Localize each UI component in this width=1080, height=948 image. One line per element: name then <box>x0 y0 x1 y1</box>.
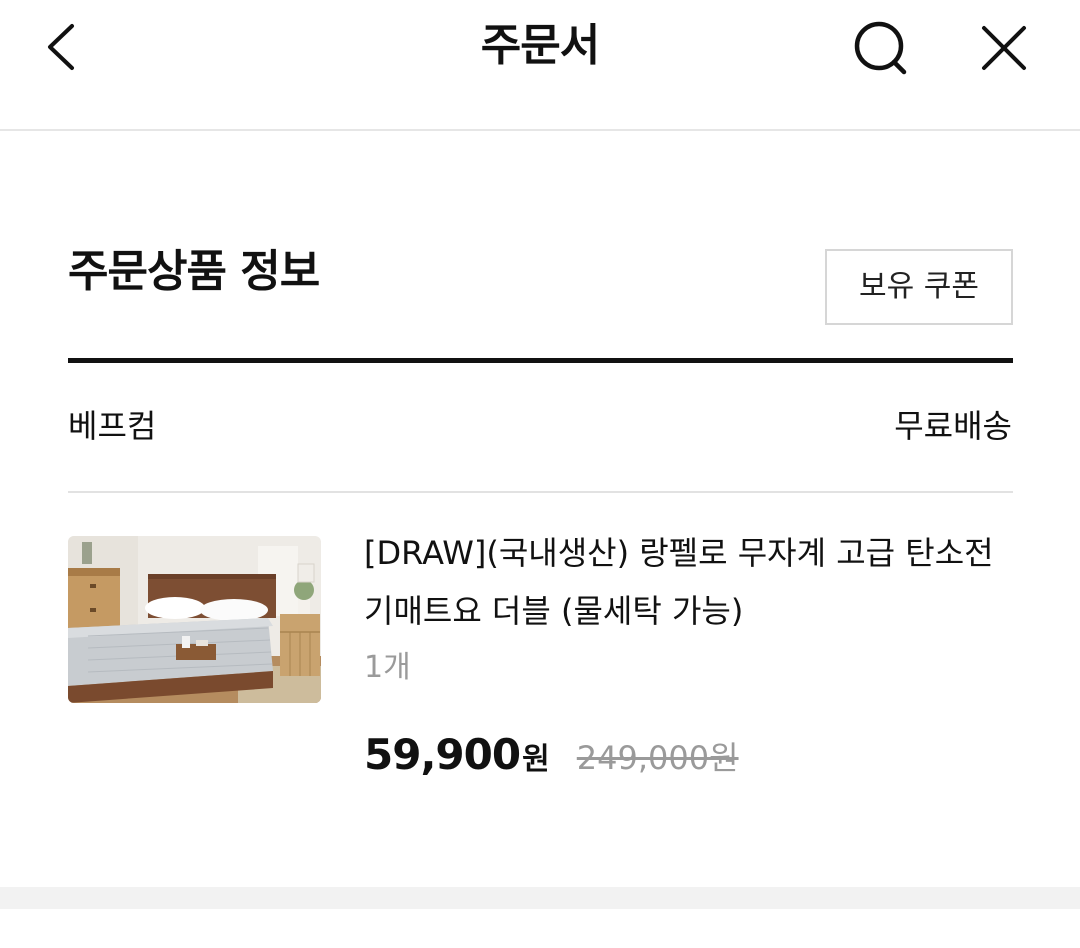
seller-name: 베프컴 <box>68 407 157 445</box>
sale-price: 59,900 <box>364 730 521 779</box>
product-image[interactable] <box>68 536 321 703</box>
top-app-bar: 주문서 <box>0 0 1080 131</box>
original-price: 249,000원 <box>576 739 739 777</box>
search-button[interactable] <box>846 14 916 84</box>
search-icon <box>854 21 907 75</box>
section-separator-band <box>0 887 1080 909</box>
close-button[interactable] <box>970 14 1038 82</box>
page-title: 주문서 <box>480 20 600 71</box>
sale-price-unit: 원 <box>522 742 550 777</box>
product-quantity: 1개 <box>364 650 411 685</box>
owned-coupon-button[interactable]: 보유 쿠폰 <box>825 249 1013 325</box>
product-name[interactable]: [DRAW](국내생산) 랑펠로 무자계 고급 탄소전기매트요 더블 (물세탁 … <box>364 524 1014 640</box>
section-divider <box>68 358 1013 363</box>
close-icon <box>982 26 1026 70</box>
seller-divider <box>68 491 1013 493</box>
section-title: 주문상품 정보 <box>68 246 320 297</box>
shipping-info: 무료배송 <box>894 407 1012 445</box>
price-row: 59,900원 249,000원 <box>364 730 739 790</box>
